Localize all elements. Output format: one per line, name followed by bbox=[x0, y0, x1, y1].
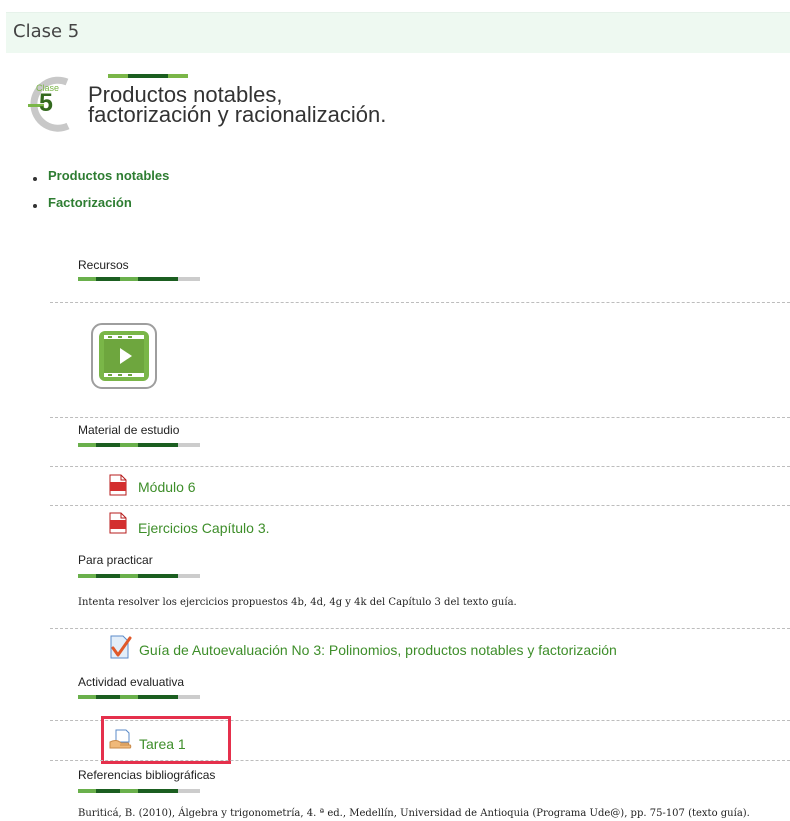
divider bbox=[50, 628, 790, 629]
class-banner: Clase 5 Productos notables, factorizació… bbox=[22, 74, 402, 136]
list-item: Productos notables bbox=[20, 168, 169, 195]
section-label-referencias: Referencias bibliográficas bbox=[78, 768, 216, 782]
section-label-material: Material de estudio bbox=[78, 423, 180, 437]
divider bbox=[50, 466, 790, 467]
section-bar bbox=[78, 695, 200, 699]
section-bar bbox=[78, 789, 200, 793]
section-label-actividad: Actividad evaluativa bbox=[78, 675, 185, 689]
section-bar bbox=[78, 443, 200, 447]
reference-text: Buriticá, B. (2010), Álgebra y trigonome… bbox=[78, 808, 750, 819]
clase-number: 5 bbox=[39, 89, 53, 117]
divider bbox=[50, 760, 790, 761]
divider bbox=[50, 302, 790, 303]
section-label-recursos: Recursos bbox=[78, 258, 129, 272]
topic-link-factorizacion[interactable]: Factorización bbox=[48, 195, 132, 210]
banner-stripe bbox=[108, 74, 188, 78]
section-bar bbox=[78, 574, 200, 578]
banner-title-line2: factorización y racionalización. bbox=[88, 102, 387, 127]
list-item: Factorización bbox=[20, 195, 169, 222]
file-link-ejercicios[interactable]: Ejercicios Capítulo 3. bbox=[138, 520, 270, 536]
quiz-check-icon bbox=[110, 635, 132, 659]
section-title: Clase 5 bbox=[13, 21, 80, 42]
quiz-link[interactable]: Guía de Autoevaluación No 3: Polinomios,… bbox=[139, 642, 617, 658]
divider bbox=[50, 505, 790, 506]
file-link-modulo[interactable]: Módulo 6 bbox=[138, 479, 196, 495]
pdf-icon bbox=[109, 512, 127, 534]
highlight-box bbox=[101, 716, 231, 764]
video-player-icon[interactable] bbox=[90, 322, 158, 390]
section-label-practicar: Para practicar bbox=[78, 553, 153, 567]
topic-link-productos[interactable]: Productos notables bbox=[48, 168, 169, 183]
section-bar bbox=[78, 277, 200, 281]
section-header: Clase 5 bbox=[6, 12, 790, 53]
pdf-icon bbox=[109, 474, 127, 496]
topic-list: Productos notables Factorización bbox=[20, 168, 169, 222]
practice-text: Intenta resolver los ejercicios propuest… bbox=[78, 597, 517, 608]
divider bbox=[50, 417, 790, 418]
